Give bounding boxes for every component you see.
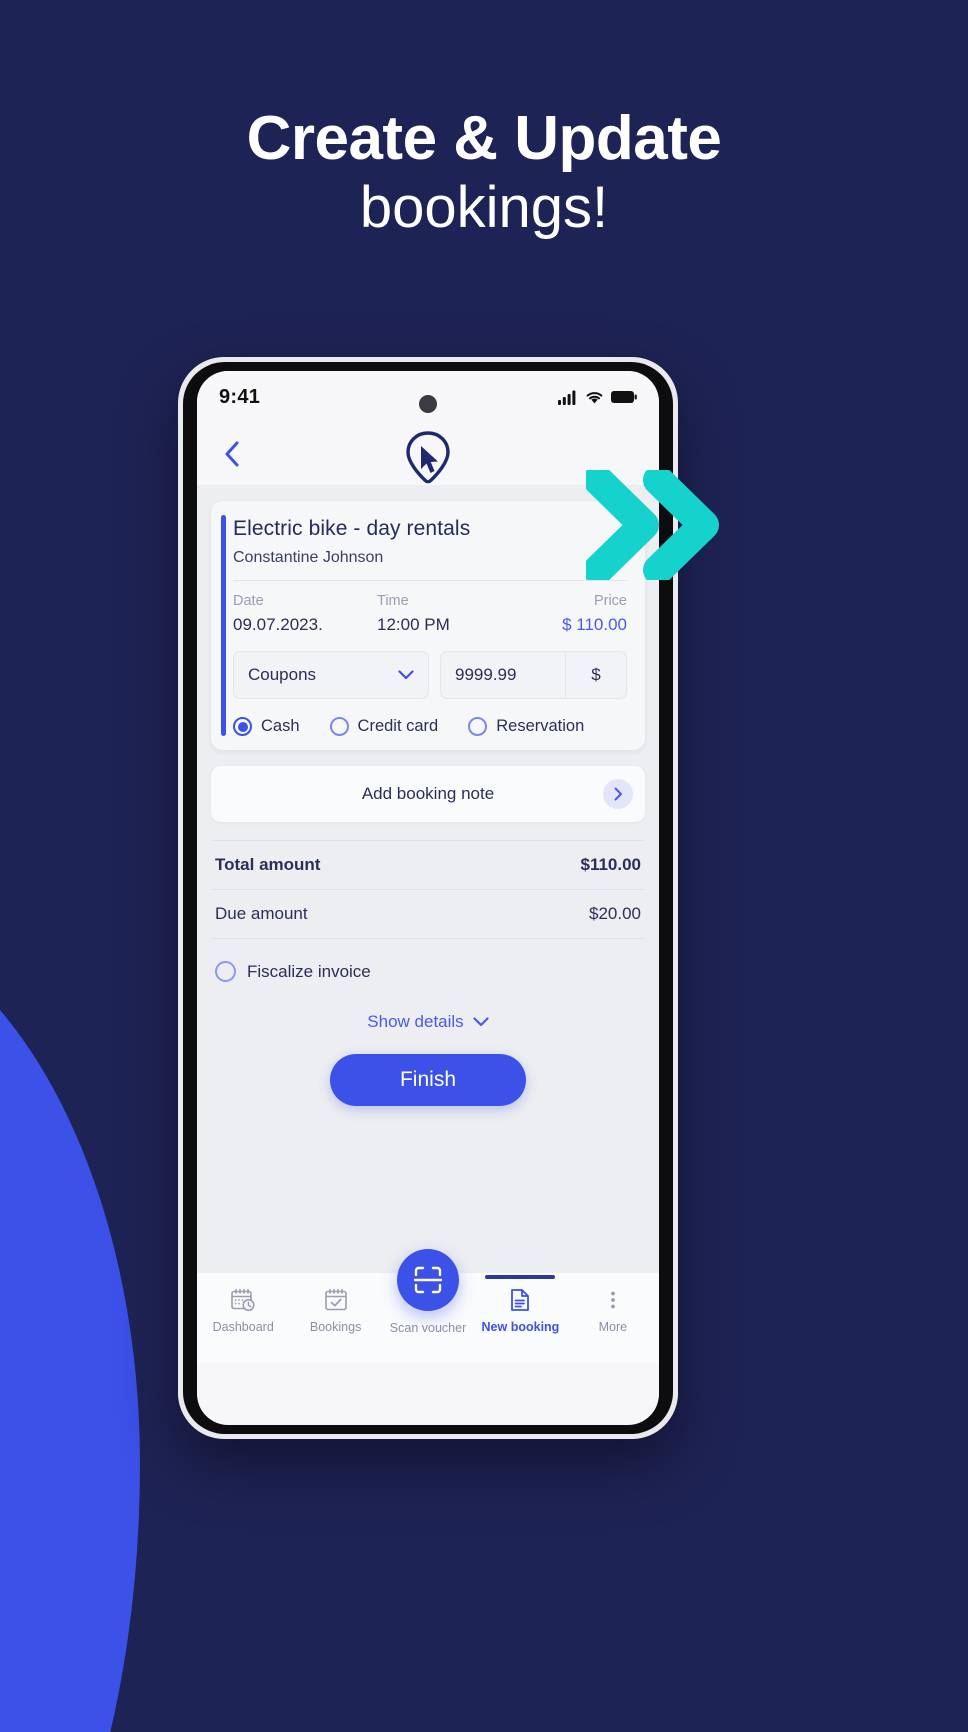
payment-option-reservation[interactable]: Reservation bbox=[468, 717, 584, 736]
chevron-down-icon bbox=[473, 1017, 489, 1027]
booking-inputs-row: Coupons $ bbox=[233, 651, 627, 699]
date-value: 09.07.2023. bbox=[233, 615, 323, 634]
add-booking-note-row[interactable]: Add booking note bbox=[211, 766, 645, 822]
signal-icon bbox=[558, 390, 576, 405]
chevron-left-icon bbox=[225, 441, 239, 467]
front-camera-dot bbox=[419, 395, 437, 413]
payment-option-reservation-label: Reservation bbox=[496, 717, 585, 735]
booking-time-field: Time 12:00 PM bbox=[377, 593, 552, 635]
nav-item-new-booking[interactable]: New booking bbox=[474, 1287, 566, 1334]
scan-icon bbox=[413, 1266, 443, 1294]
calendar-clock-icon bbox=[231, 1288, 255, 1312]
card-accent-bar bbox=[221, 515, 226, 736]
nav-item-new-booking-label: New booking bbox=[481, 1320, 560, 1334]
wifi-icon bbox=[586, 391, 603, 403]
booking-title: Electric bike - day rentals bbox=[233, 517, 471, 540]
radio-credit-card-icon bbox=[329, 717, 349, 736]
nav-item-dashboard-label: Dashboard bbox=[212, 1320, 274, 1334]
currency-field[interactable]: $ bbox=[565, 651, 627, 699]
booking-price-field: Price $ 110.00 bbox=[552, 593, 627, 635]
coupons-select-value: Coupons bbox=[248, 665, 317, 684]
phone-mockup: 9:41 Electric bike - day rentals Constan… bbox=[178, 357, 678, 1439]
payment-option-cash[interactable]: Cash bbox=[233, 717, 300, 736]
document-icon bbox=[511, 1289, 530, 1311]
fiscalize-checkbox-icon[interactable] bbox=[215, 961, 236, 982]
total-amount-label: Total amount bbox=[215, 855, 321, 874]
app-header bbox=[197, 423, 659, 485]
date-label: Date bbox=[233, 593, 264, 609]
add-booking-note-label: Add booking note bbox=[361, 784, 495, 803]
due-amount-label: Due amount bbox=[215, 904, 308, 923]
time-value: 12:00 PM bbox=[377, 615, 450, 634]
coupons-select[interactable]: Coupons bbox=[233, 651, 429, 699]
dots-vertical-icon bbox=[610, 1291, 615, 1309]
booking-date-field: Date 09.07.2023. bbox=[233, 593, 377, 635]
nav-item-more-label: More bbox=[598, 1320, 628, 1334]
status-icon-group bbox=[558, 390, 637, 405]
finish-button-wrapper: Finish bbox=[197, 1054, 659, 1106]
chevron-right-icon bbox=[614, 787, 622, 801]
promo-stage: Create & Update bookings! 9:41 Electric … bbox=[0, 0, 968, 1732]
show-details-toggle[interactable]: Show details bbox=[197, 1012, 659, 1032]
show-details-label: Show details bbox=[367, 1012, 464, 1031]
due-amount-value: $20.00 bbox=[589, 904, 641, 923]
payment-method-group: Cash Credit card Reservation bbox=[233, 717, 627, 736]
amount-input[interactable] bbox=[455, 665, 551, 685]
price-value: $ 110.00 bbox=[562, 615, 627, 634]
payment-option-credit-card-label: Credit card bbox=[357, 717, 439, 735]
payment-option-cash-label: Cash bbox=[261, 717, 300, 735]
nav-item-bookings-label: Bookings bbox=[309, 1320, 362, 1334]
booking-card[interactable]: Electric bike - day rentals Constantine … bbox=[211, 501, 645, 750]
fiscalize-invoice-row[interactable]: Fiscalize invoice bbox=[215, 961, 641, 982]
promo-headline: Create & Update bookings! bbox=[0, 104, 968, 244]
finish-button[interactable]: Finish bbox=[330, 1054, 526, 1106]
radio-reservation-icon bbox=[468, 717, 488, 736]
due-amount-row: Due amount $20.00 bbox=[211, 890, 645, 939]
back-button[interactable] bbox=[215, 437, 249, 471]
price-label: Price bbox=[593, 593, 627, 609]
payment-option-credit-card[interactable]: Credit card bbox=[329, 717, 439, 736]
headline-line-2: bookings! bbox=[359, 175, 609, 241]
total-amount-row: Total amount $110.00 bbox=[211, 840, 645, 890]
amount-input-wrapper[interactable] bbox=[440, 651, 565, 699]
calendar-check-icon bbox=[324, 1288, 347, 1311]
nav-item-scan-voucher[interactable]: Scan voucher bbox=[382, 1249, 474, 1335]
location-pin-cursor-logo bbox=[406, 431, 450, 484]
nav-item-dashboard[interactable]: Dashboard bbox=[197, 1287, 289, 1334]
bottom-navigation: Dashboard Bookings Scan voucher New book… bbox=[197, 1249, 659, 1363]
nav-item-more[interactable]: More bbox=[567, 1287, 659, 1334]
scan-voucher-fab[interactable] bbox=[397, 1249, 460, 1311]
radio-cash-icon bbox=[233, 717, 252, 736]
add-booking-note-chevron[interactable] bbox=[603, 779, 633, 809]
fiscalize-invoice-label: Fiscalize invoice bbox=[247, 961, 371, 981]
headline-line-1: Create & Update bbox=[246, 104, 722, 173]
nav-item-bookings[interactable]: Bookings bbox=[289, 1287, 381, 1334]
battery-icon bbox=[611, 391, 637, 403]
time-label: Time bbox=[377, 593, 409, 609]
total-amount-value: $110.00 bbox=[580, 855, 641, 874]
phone-screen: 9:41 Electric bike - day rentals Constan… bbox=[197, 371, 659, 1425]
amount-summary: Total amount $110.00 Due amount $20.00 bbox=[211, 840, 645, 939]
booking-meta-row: Date 09.07.2023. Time 12:00 PM Price $ 1… bbox=[233, 593, 627, 635]
nav-item-scan-voucher-label: Scan voucher bbox=[389, 1321, 467, 1335]
status-time: 9:41 bbox=[219, 385, 261, 408]
app-logo bbox=[402, 429, 454, 490]
booking-customer-name: Constantine Johnson bbox=[233, 549, 384, 566]
chevron-down-icon bbox=[398, 670, 414, 680]
card-divider bbox=[233, 580, 627, 581]
screen-content: Electric bike - day rentals Constantine … bbox=[197, 485, 659, 1363]
